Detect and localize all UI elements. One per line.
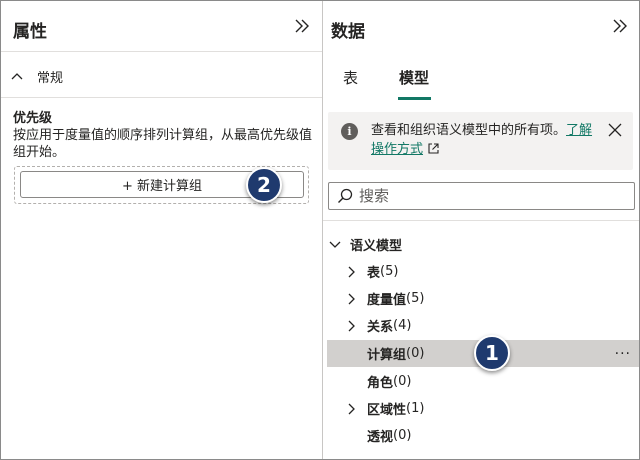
tree-item-name: 角色 (367, 376, 394, 391)
chevron-up-icon (11, 73, 23, 80)
app-window: 属性 常规 优先级 按应用于度量值的顺序排列计算组，从最高优先级值组开始。 + … (0, 0, 640, 460)
tab-model[interactable]: 模型 (399, 67, 429, 88)
active-tab-indicator (398, 97, 431, 100)
divider (1, 51, 322, 52)
properties-pane: 属性 常规 优先级 按应用于度量值的顺序排列计算组，从最高优先级值组开始。 + … (1, 1, 323, 459)
tree-item-relationships[interactable]: 关系 (4) (345, 312, 411, 339)
data-pane: 数据 表 模型 i 查看和组织语义模型中的所有项。了解操作方式 语义模型 表(5… (323, 1, 639, 459)
tree-item-name: 透视 (367, 430, 394, 445)
info-message: 查看和组织语义模型中的所有项。 (371, 123, 567, 138)
divider (1, 97, 322, 98)
chevron-down-icon (328, 238, 342, 252)
properties-pane-title: 属性 (13, 22, 47, 42)
priority-description: 按应用于度量值的顺序排列计算组，从最高优先级值组开始。 (13, 128, 313, 160)
tree-item-roles[interactable]: 角色 (0) (367, 368, 411, 395)
collapse-pane-icon[interactable] (609, 15, 631, 37)
tree-item-name: 度量值 (367, 293, 407, 308)
tree-item-name: 表 (367, 266, 381, 281)
more-options-icon[interactable]: ··· (615, 346, 631, 362)
search-icon (338, 188, 353, 203)
tree-item-name: 计算组 (367, 348, 407, 363)
tree-item-perspectives[interactable]: 透视 (0) (367, 422, 411, 449)
tree-item-count: (5) (380, 264, 399, 279)
general-section-label: 常规 (37, 70, 64, 86)
info-text: 查看和组织语义模型中的所有项。了解操作方式 (371, 121, 596, 159)
tree-item-count: (0) (393, 374, 412, 389)
close-icon[interactable] (607, 122, 623, 138)
tree-item-tables[interactable]: 表 (5) (345, 258, 398, 285)
tree-item-measures[interactable]: 度量值 (5) (345, 285, 424, 312)
tree-root-label: 语义模型 (350, 239, 403, 254)
tab-tables[interactable]: 表 (343, 67, 358, 88)
tree-item-name: 区域性 (367, 403, 407, 418)
divider (323, 220, 639, 221)
chevron-right-icon (345, 319, 359, 333)
tree-item-name: 关系 (367, 320, 394, 335)
external-link-icon (428, 143, 439, 154)
callout-badge-1: 1 (474, 335, 510, 371)
collapse-pane-icon[interactable] (291, 15, 313, 37)
info-icon: i (341, 123, 358, 140)
callout-badge-2: 2 (246, 167, 282, 203)
tree-item-count: (0) (406, 346, 425, 361)
priority-heading: 优先级 (13, 111, 53, 126)
tree-item-cultures[interactable]: 区域性 (1) (345, 395, 424, 422)
tree-item-count: (0) (393, 428, 412, 443)
data-pane-title: 数据 (331, 22, 365, 42)
search-input[interactable] (359, 187, 609, 205)
chevron-right-icon (345, 402, 359, 416)
tree-item-count: (1) (406, 401, 425, 416)
tree-item-count: (5) (406, 291, 425, 306)
chevron-right-icon (345, 292, 359, 306)
search-box[interactable] (328, 182, 635, 210)
tree-root-semantic-model[interactable]: 语义模型 (328, 231, 402, 258)
chevron-right-icon (345, 265, 359, 279)
general-section-toggle[interactable]: 常规 (11, 63, 63, 89)
tree-item-count: (4) (393, 318, 412, 333)
info-banner: i 查看和组织语义模型中的所有项。了解操作方式 (328, 112, 633, 170)
